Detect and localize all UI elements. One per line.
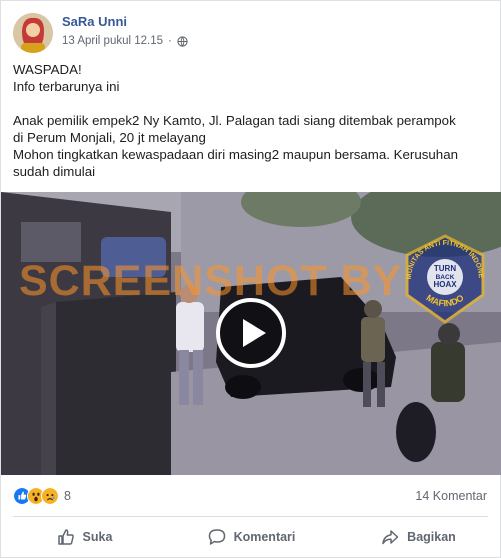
comment-label: Komentari [233, 530, 296, 544]
like-label: Suka [82, 530, 113, 544]
comment-count-link[interactable]: 14 Komentar [415, 489, 487, 503]
author-name[interactable]: SaRa Unni [62, 14, 127, 29]
post-line: Mohon tingkatkan kewaspadaan diri masing… [13, 147, 458, 162]
comment-icon [208, 529, 225, 545]
post-line: sudah dimulai [13, 164, 96, 179]
post-timestamp[interactable]: 13 April pukul 12.15 [62, 35, 163, 47]
action-bar: Suka Komentari Bagikan [1, 519, 501, 555]
globe-icon [177, 35, 188, 47]
post-line: di Perum Monjali, 20 jt melayang [13, 130, 206, 145]
share-label: Bagikan [407, 530, 456, 544]
share-icon [382, 530, 399, 545]
post-meta: 13 April pukul 12.15 · [62, 35, 188, 47]
share-button[interactable]: Bagikan [335, 519, 501, 555]
turnbackhoax-badge-icon: KOMUNITAS ANTI FITNAH INDONESIA TURN BAC… [399, 233, 485, 324]
watermark-text: SCREENSHOT BY [19, 257, 403, 305]
post-line: WASPADA! [13, 62, 82, 77]
author-avatar[interactable] [13, 13, 53, 53]
reaction-summary[interactable]: 8 [13, 486, 71, 506]
sad-icon [41, 487, 59, 505]
thumbs-up-icon [57, 529, 74, 545]
meta-separator: · [168, 35, 172, 47]
reaction-count: 8 [64, 489, 71, 503]
post-body: WASPADA! Info terbarunya ini Anak pemili… [13, 61, 493, 180]
post-card: SaRa Unni 13 April pukul 12.15 · WASPADA… [0, 0, 501, 558]
badge-center-line1: TURN [434, 264, 456, 273]
post-line: Anak pemilik empek2 Ny Kamto, Jl. Palaga… [13, 113, 456, 128]
badge-center-line3: HOAX [433, 280, 457, 289]
play-icon[interactable] [215, 297, 287, 369]
like-button[interactable]: Suka [1, 519, 168, 555]
divider [13, 516, 488, 517]
comment-button[interactable]: Komentari [168, 519, 335, 555]
post-line: Info terbarunya ini [13, 79, 120, 94]
